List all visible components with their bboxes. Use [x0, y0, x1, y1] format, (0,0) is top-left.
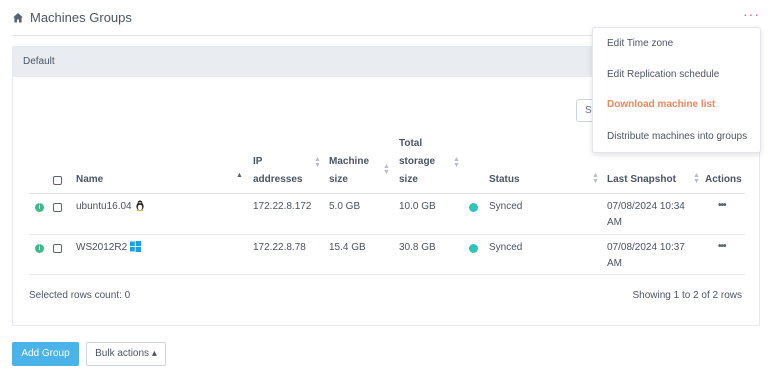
ip-address: 172.22.8.78: [253, 242, 306, 253]
sort-icon[interactable]: ▲ ▼: [314, 156, 321, 169]
row-divider: [29, 274, 745, 275]
sort-icon[interactable]: ▲ ▼: [453, 156, 460, 169]
status-text: Synced: [489, 242, 523, 253]
menu-item-edit-replication-schedule[interactable]: Edit Replication schedule: [607, 69, 719, 80]
more-actions-menu: Edit Time zone Edit Replication schedule…: [592, 27, 761, 153]
column-header-size-line2[interactable]: size: [329, 170, 348, 189]
home-icon: [13, 12, 23, 22]
info-icon[interactable]: i: [35, 244, 44, 253]
column-header-snapshot[interactable]: Last Snapshot: [607, 170, 676, 189]
status-text: Synced: [489, 201, 523, 212]
info-icon[interactable]: i: [35, 203, 44, 212]
machine-name[interactable]: WS2012R2: [76, 240, 142, 256]
page-title: Machines Groups: [30, 10, 132, 25]
column-header-actions: Actions: [705, 174, 742, 185]
column-header-name[interactable]: Name: [76, 170, 103, 189]
column-header-ip-line1[interactable]: IP: [253, 152, 262, 171]
row-divider: [29, 234, 745, 235]
storage-size: 30.8 GB: [399, 242, 436, 253]
snapshot-time: AM: [607, 258, 622, 269]
snapshot-date: 07/08/2024 10:37: [607, 242, 685, 253]
column-header-storage-line2[interactable]: storage: [399, 152, 435, 171]
header-divider: [29, 193, 745, 194]
machine-size: 15.4 GB: [329, 242, 366, 253]
machine-size: 5.0 GB: [329, 201, 361, 212]
column-header-ip-line2[interactable]: addresses: [253, 170, 302, 189]
snapshot-time: AM: [607, 217, 622, 228]
sort-icon[interactable]: ▲ ▼: [383, 163, 390, 176]
menu-item-download-machine-list[interactable]: Download machine list: [607, 99, 715, 110]
column-header-storage-line3[interactable]: size: [399, 170, 418, 189]
more-menu-button[interactable]: ···: [743, 6, 760, 22]
snapshot-date: 07/08/2024 10:34: [607, 201, 685, 212]
machine-name[interactable]: ubuntu16.04: [76, 199, 145, 215]
row-actions-button[interactable]: •••: [718, 241, 726, 252]
status-dot: [469, 203, 478, 212]
select-all-checkbox[interactable]: [53, 176, 62, 185]
status-dot: [469, 244, 478, 253]
ip-address: 172.22.8.172: [253, 201, 312, 212]
column-header-status[interactable]: Status: [489, 170, 520, 189]
menu-item-edit-time-zone[interactable]: Edit Time zone: [607, 38, 673, 49]
column-header-size-line1[interactable]: Machine: [329, 152, 369, 171]
sort-icon[interactable]: ▲ ▼: [592, 172, 599, 185]
sort-asc-icon[interactable]: ▲: [236, 172, 243, 179]
add-group-button[interactable]: Add Group: [12, 342, 79, 366]
storage-size: 10.0 GB: [399, 201, 436, 212]
sort-icon[interactable]: ▲ ▼: [693, 172, 700, 185]
row-actions-button[interactable]: •••: [718, 200, 726, 211]
windows-icon: [130, 241, 142, 252]
selected-rows-count: Selected rows count: 0: [29, 290, 131, 301]
row-checkbox[interactable]: [53, 244, 62, 253]
menu-item-distribute-machines[interactable]: Distribute machines into groups: [607, 131, 747, 142]
linux-icon: [136, 200, 144, 211]
column-header-storage-line1[interactable]: Total: [399, 134, 422, 153]
bulk-actions-button[interactable]: Bulk actions ▴: [86, 342, 166, 366]
page-header: Machines Groups: [12, 10, 132, 25]
pagination-info: Showing 1 to 2 of 2 rows: [632, 290, 742, 301]
row-checkbox[interactable]: [53, 203, 62, 212]
